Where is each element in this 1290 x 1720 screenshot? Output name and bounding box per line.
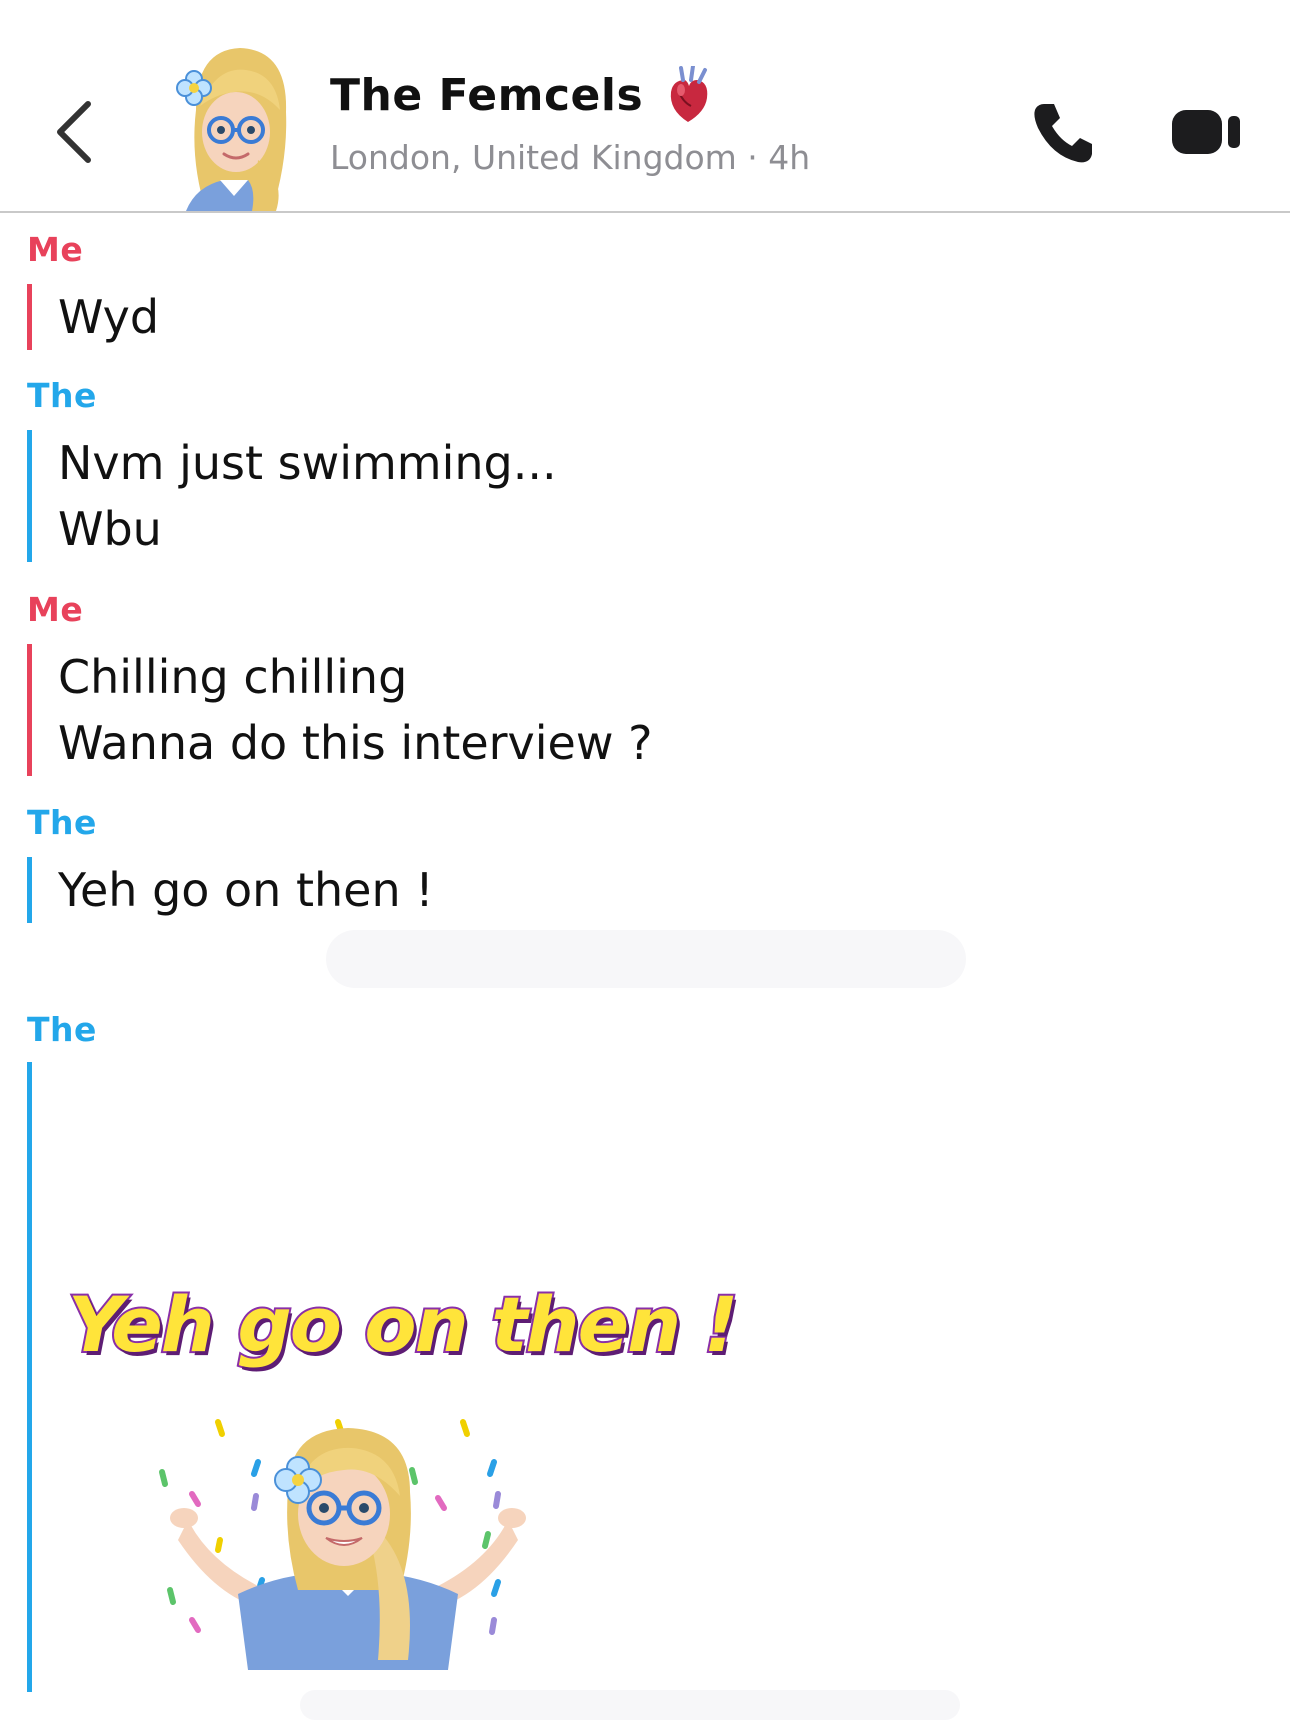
bitmoji-celebration-image: [159, 1419, 526, 1670]
message-bubble[interactable]: Yeh go on then !: [27, 857, 434, 923]
anatomical-heart-icon: [665, 64, 711, 124]
message-bubble[interactable]: Chilling chilling Wanna do this intervie…: [27, 644, 653, 776]
message-text: Chilling chilling: [58, 650, 408, 704]
message-bubble[interactable]: Wyd: [27, 284, 159, 350]
message-bubble[interactable]: Nvm just swimming... Wbu: [27, 430, 557, 562]
phone-icon: [1034, 104, 1092, 163]
message-text: Wbu: [58, 502, 162, 556]
chat-subtitle: London, United Kingdom · 4h: [330, 138, 811, 177]
chevron-left-icon: [57, 101, 91, 163]
video-call-button[interactable]: [1170, 106, 1244, 158]
video-camera-icon: [1172, 110, 1240, 154]
chat-title[interactable]: The Femcels: [330, 70, 643, 121]
faded-overlay: [326, 930, 966, 988]
sender-label-them: The: [27, 1010, 97, 1049]
message-text: Wyd: [58, 290, 160, 344]
avatar[interactable]: [176, 40, 304, 211]
call-button[interactable]: [1030, 100, 1096, 166]
chat-header: The Femcels London, United Kingdom · 4h: [0, 0, 1290, 213]
sender-label-me: Me: [27, 230, 84, 269]
message-text: Yeh go on then !: [58, 863, 434, 917]
sender-label-them: The: [27, 376, 97, 415]
message-accent-bar: [27, 1062, 32, 1692]
message-text: Nvm just swimming...: [58, 436, 557, 490]
bitmoji-sticker[interactable]: Yeh go on then !: [66, 1278, 740, 1680]
message-text: Wanna do this interview ?: [58, 716, 653, 770]
back-button[interactable]: [48, 96, 108, 168]
sender-label-them: The: [27, 803, 97, 842]
sender-label-me: Me: [27, 590, 84, 629]
faded-overlay: [300, 1690, 960, 1720]
sticker-caption: Yeh go on then !: [66, 1278, 740, 1371]
